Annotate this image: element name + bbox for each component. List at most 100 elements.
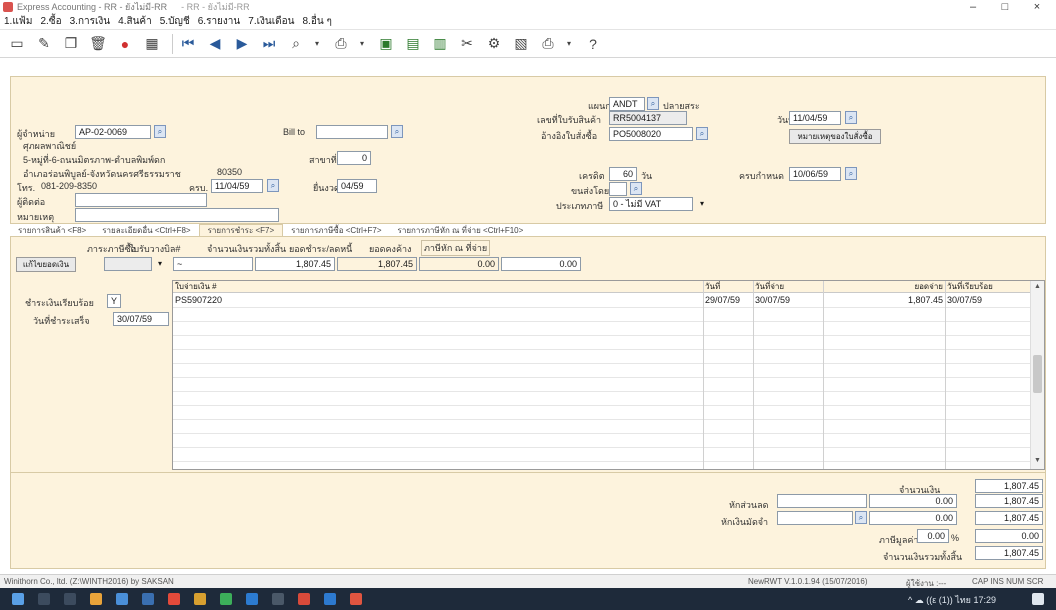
import-icon[interactable]: ▧ <box>510 33 532 55</box>
explorer-icon[interactable] <box>90 593 102 605</box>
paid-date-field[interactable]: 30/07/59 <box>113 312 169 326</box>
scroll-thumb[interactable] <box>1033 355 1042 393</box>
tab-withholding[interactable]: รายการภาษีหัก ณ ที่จ่าย <Ctrl+F10> <box>390 225 532 236</box>
menu-product[interactable]: 4.สินค้า <box>118 14 152 29</box>
menu-account[interactable]: 5.บัญชี <box>160 14 190 29</box>
app-icon[interactable] <box>272 593 284 605</box>
minimize-button[interactable]: – <box>958 1 988 13</box>
calendar-icon[interactable]: ▥ <box>429 33 451 55</box>
grid-scrollbar[interactable]: ▲ ▼ <box>1030 281 1044 469</box>
store-icon[interactable] <box>116 593 128 605</box>
help-icon[interactable]: ? <box>582 33 604 55</box>
menu-salary[interactable]: 7.เงินเดือน <box>248 14 294 29</box>
app-icon[interactable] <box>324 593 336 605</box>
system-tray[interactable]: ^ ☁ ((ε (1)) ไทย 17:29 <box>908 593 996 607</box>
app-icon[interactable] <box>246 593 258 605</box>
status-version: NewRWT V.1.0.1.94 (15/07/2016) <box>748 577 868 586</box>
app-icon[interactable] <box>220 593 232 605</box>
grid-line <box>173 307 1031 308</box>
notification-icon[interactable] <box>1032 593 1044 605</box>
doc-date-field[interactable]: 11/04/59 <box>789 111 841 125</box>
app-icon[interactable] <box>168 593 180 605</box>
discount-input[interactable] <box>777 494 867 508</box>
edit-icon[interactable]: ✎ <box>33 33 55 55</box>
due-pay-calendar-icon[interactable]: ⌕ <box>845 167 857 180</box>
tax-type-chevron-down-icon[interactable]: ▾ <box>697 198 707 210</box>
due-date-field[interactable]: 11/04/59 <box>211 179 263 193</box>
po-ref-lookup-icon[interactable]: ⌕ <box>696 127 708 140</box>
supplier-address-2: อำเภอร่อนพิบูลย์-จังหวัดนครศรีธรรมราช <box>23 169 181 179</box>
due-date-calendar-icon[interactable]: ⌕ <box>267 179 279 192</box>
tax-burden-chevron-down-icon[interactable]: ▾ <box>155 258 165 270</box>
start-icon[interactable] <box>12 593 24 605</box>
deposit-lookup-icon[interactable]: ⌕ <box>855 511 867 524</box>
department-lookup-icon[interactable]: ⌕ <box>647 97 659 110</box>
bill-to-lookup-icon[interactable]: ⌕ <box>391 125 403 138</box>
app-icon[interactable] <box>350 593 362 605</box>
stop-icon[interactable]: ● <box>114 33 136 55</box>
app-icon[interactable] <box>194 593 206 605</box>
supplier-lookup-icon[interactable]: ⌕ <box>154 125 166 138</box>
payment-grid[interactable]: ใบจ่ายเงิน # วันที่ วันที่จ่าย ยอดจ่าย ว… <box>172 280 1045 470</box>
paid-flag-field[interactable]: Y <box>107 294 121 308</box>
po-ref-field[interactable]: PO5008020 <box>609 127 693 141</box>
supplier-code-field[interactable]: AP-02-0069 <box>75 125 151 139</box>
app-icon[interactable] <box>298 593 310 605</box>
first-record-icon[interactable]: ⏮ <box>177 33 199 55</box>
last-record-icon[interactable]: ⏭ <box>258 33 280 55</box>
tab-payment[interactable]: รายการชำระ <F7> <box>198 224 284 236</box>
menu-other[interactable]: 8.อื่น ๆ <box>303 14 332 29</box>
tools-icon[interactable]: ✂ <box>456 33 478 55</box>
scroll-up-icon[interactable]: ▲ <box>1031 283 1044 290</box>
doc-date-calendar-icon[interactable]: ⌕ <box>845 111 857 124</box>
mail-icon[interactable] <box>142 593 154 605</box>
dropdown-arrow-icon[interactable]: ▾ <box>312 33 322 55</box>
print-icon[interactable]: ⎙ <box>330 33 352 55</box>
ship-by-field[interactable] <box>609 182 627 196</box>
ship-by-lookup-icon[interactable]: ⌕ <box>630 182 642 195</box>
maximize-button[interactable]: □ <box>990 1 1020 13</box>
tab-purchase-tax[interactable]: รายการภาษีซื้อ <Ctrl+F7> <box>283 225 389 236</box>
delete-icon[interactable]: 🗑 <box>87 33 109 55</box>
menu-report[interactable]: 6.รายงาน <box>198 14 241 29</box>
preview-icon[interactable]: ⌕ <box>285 33 307 55</box>
dropdown-arrow-icon[interactable]: ▾ <box>357 33 367 55</box>
prev-record-icon[interactable]: ◀ <box>204 33 226 55</box>
edit-amount-button[interactable]: แก้ไขยอดเงิน <box>16 257 76 272</box>
close-button[interactable]: × <box>1022 1 1052 13</box>
scroll-down-icon[interactable]: ▼ <box>1031 457 1044 464</box>
contact-field[interactable] <box>75 193 207 207</box>
tab-items[interactable]: รายการสินค้า <F8> <box>10 225 94 236</box>
export-icon[interactable]: ▤ <box>402 33 424 55</box>
menu-purchase[interactable]: 2.ซื้อ <box>40 14 61 29</box>
save-icon[interactable]: ▣ <box>375 33 397 55</box>
department-code-field[interactable]: ANDT <box>609 97 645 111</box>
bill-no-field[interactable]: ~ <box>173 257 253 271</box>
deposit-input[interactable] <box>777 511 853 525</box>
tax-burden-select[interactable] <box>104 257 152 271</box>
po-note-button[interactable]: หมายเหตุของใบสั่งซื้อ <box>789 129 881 144</box>
withholding-field[interactable]: 0.00 <box>501 257 581 271</box>
task-view-icon[interactable] <box>64 593 76 605</box>
paid-field: 1,807.45 <box>337 257 417 271</box>
dropdown-arrow-icon[interactable]: ▾ <box>564 33 574 55</box>
calc-icon[interactable]: ▦ <box>141 33 163 55</box>
copy-icon[interactable]: ❐ <box>60 33 82 55</box>
printer-icon[interactable]: ⎙ <box>537 33 559 55</box>
tax-type-select[interactable]: 0 - ไม่มี VAT <box>609 197 693 211</box>
new-doc-icon[interactable]: ▭ <box>6 33 28 55</box>
note-field[interactable] <box>75 208 279 222</box>
period-field[interactable]: 04/59 <box>337 179 377 193</box>
search-icon[interactable] <box>38 593 50 605</box>
vat-rate-field[interactable]: 0.00 <box>917 529 949 543</box>
tab-details[interactable]: รายละเอียดอื่น <Ctrl+F8> <box>94 225 198 236</box>
discount-label: หักส่วนลด <box>729 500 769 510</box>
credit-days-field[interactable]: 60 <box>609 167 637 181</box>
bill-to-field[interactable] <box>316 125 388 139</box>
branch-field[interactable]: 0 <box>337 151 371 165</box>
next-record-icon[interactable]: ▶ <box>231 33 253 55</box>
settings-icon[interactable]: ⚙ <box>483 33 505 55</box>
due-pay-date-field[interactable]: 10/06/59 <box>789 167 841 181</box>
menu-file[interactable]: 1.แฟ้ม <box>4 14 32 29</box>
menu-finance[interactable]: 3.การเงิน <box>70 14 111 29</box>
